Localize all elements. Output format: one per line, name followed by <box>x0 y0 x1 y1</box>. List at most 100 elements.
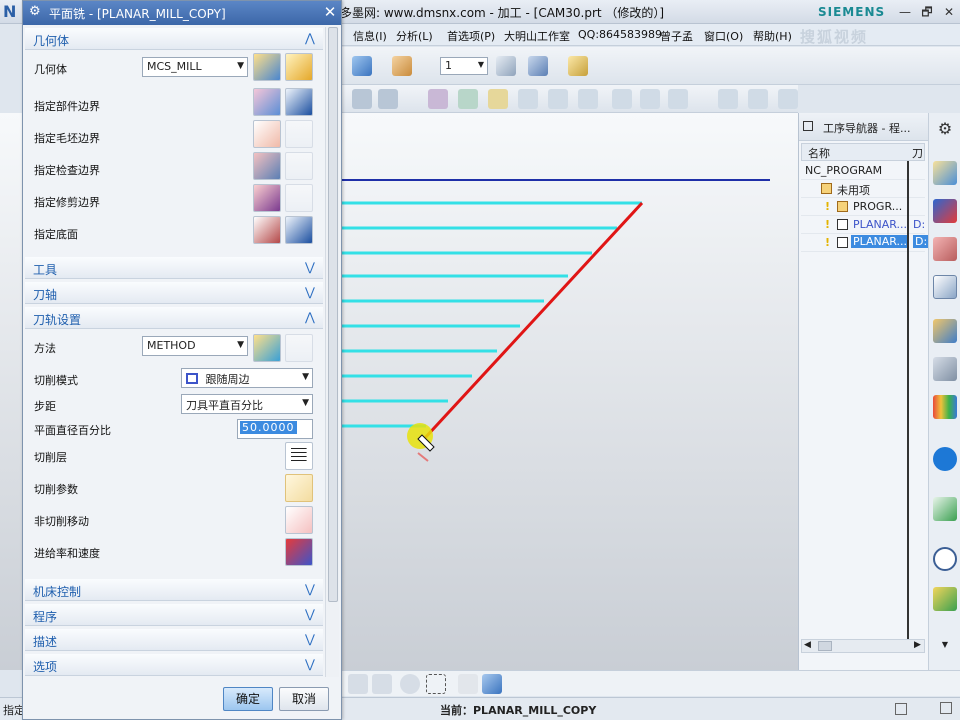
gear-icon[interactable]: ⚙ <box>933 117 957 141</box>
navigator-h-scrollbar[interactable]: ◀ ▶ <box>801 639 925 653</box>
menu-analysis[interactable]: 分析(L) <box>396 28 433 44</box>
snap-end-icon[interactable] <box>372 674 392 694</box>
shop-doc-icon[interactable] <box>578 89 598 109</box>
close-window-button[interactable]: ✕ <box>940 4 958 20</box>
display-flashlight-button[interactable] <box>285 88 313 116</box>
menu-studio[interactable]: 大明山工作室 <box>504 28 570 44</box>
cut-pattern-select[interactable]: 跟随周边 ▼ <box>181 368 313 388</box>
navigator-toggle-icon[interactable] <box>803 121 813 131</box>
gear-icon[interactable]: ⚙ <box>29 4 45 20</box>
chevron-down-icon[interactable]: ⋁ <box>305 285 315 299</box>
scroll-right-icon[interactable]: ▶ <box>914 640 921 650</box>
section-program[interactable]: 程序 ⋁ <box>25 604 323 626</box>
cutting-parameters-button[interactable] <box>285 474 313 502</box>
new-geometry-button[interactable] <box>253 53 281 81</box>
display-flashlight-button[interactable] <box>285 152 313 180</box>
column-tool[interactable]: 刀 <box>912 145 923 161</box>
graphics-viewport[interactable] <box>342 113 798 670</box>
part-navigator-icon[interactable] <box>933 237 957 261</box>
info-icon[interactable] <box>933 447 957 471</box>
history-clock-icon[interactable] <box>933 547 957 571</box>
verify-path-icon[interactable] <box>518 89 538 109</box>
create-tool-icon[interactable] <box>378 89 398 109</box>
menu-help[interactable]: 帮助(H) <box>753 28 792 44</box>
library-books-icon[interactable] <box>933 395 957 419</box>
display-flashlight-button[interactable] <box>285 120 313 148</box>
section-geometry[interactable]: 几何体 ⋀ <box>25 28 323 50</box>
clock-icon[interactable] <box>668 89 688 109</box>
menu-preferences[interactable]: 首选项(P) <box>447 28 495 44</box>
snap-icon[interactable] <box>528 56 548 76</box>
feature3-icon[interactable] <box>778 89 798 109</box>
feature2-icon[interactable] <box>748 89 768 109</box>
non-cutting-moves-button[interactable] <box>285 506 313 534</box>
section-tool[interactable]: 工具 ⋁ <box>25 257 323 279</box>
minimize-button[interactable]: — <box>896 4 914 20</box>
navigator-v-scrollbar[interactable] <box>907 161 909 639</box>
menu-window[interactable]: 窗口(O) <box>704 28 743 44</box>
method-select[interactable]: METHOD ▼ <box>142 336 248 356</box>
scroll-down-icon[interactable]: ▼ <box>933 633 957 657</box>
machine-tool-navigator-icon[interactable] <box>933 319 957 343</box>
section-description[interactable]: 描述 ⋁ <box>25 629 323 651</box>
generate-path-icon[interactable] <box>488 89 508 109</box>
new-method-button[interactable] <box>253 334 281 362</box>
scroll-thumb[interactable] <box>818 641 832 651</box>
shade-icon[interactable] <box>392 56 412 76</box>
layer-select[interactable]: 1 ▼ <box>440 57 488 75</box>
close-icon[interactable]: ✕ <box>321 3 339 21</box>
dialog-scrollbar[interactable] <box>325 27 339 677</box>
cut-levels-button[interactable] <box>285 442 313 470</box>
report-icon[interactable] <box>640 89 660 109</box>
box-select-icon[interactable] <box>426 674 446 694</box>
machine-icon[interactable] <box>612 89 632 109</box>
web-browser-icon[interactable] <box>933 497 957 521</box>
flat-diameter-percent-input[interactable]: 50.0000 <box>237 419 313 439</box>
dialog-title-bar[interactable]: ⚙ 平面铣 - [PLANAR_MILL_COPY] ✕ <box>23 1 341 25</box>
cube-icon[interactable] <box>352 56 372 76</box>
shaded-cube-icon[interactable] <box>482 674 502 694</box>
chevron-down-icon[interactable]: ⋁ <box>305 607 315 621</box>
part-boundary-button[interactable] <box>253 88 281 116</box>
chevron-down-icon[interactable]: ⋁ <box>305 657 315 671</box>
ruler-icon[interactable] <box>568 56 588 76</box>
section-path-settings[interactable]: 刀轨设置 ⋀ <box>25 307 323 329</box>
check-boundary-button[interactable] <box>253 152 281 180</box>
chevron-down-icon[interactable]: ⋁ <box>305 632 315 646</box>
scroll-left-icon[interactable]: ◀ <box>804 640 811 650</box>
chevron-up-icon[interactable]: ⋀ <box>305 310 315 324</box>
create-geometry-icon[interactable] <box>428 89 448 109</box>
column-name[interactable]: 名称 <box>808 145 830 161</box>
restore-button[interactable]: 🗗 <box>918 4 936 20</box>
trim-boundary-button[interactable] <box>253 184 281 212</box>
constraint-navigator-icon[interactable] <box>933 199 957 223</box>
post-process-icon[interactable] <box>548 89 568 109</box>
operation-navigator-icon[interactable] <box>933 275 957 299</box>
status-expand-icon[interactable] <box>940 702 952 714</box>
display-flashlight-button[interactable] <box>285 216 313 244</box>
edit-wrench-button[interactable] <box>285 53 313 81</box>
chevron-down-icon[interactable]: ⋁ <box>305 582 315 596</box>
section-tool-axis[interactable]: 刀轴 ⋁ <box>25 282 323 304</box>
edit-wrench-button[interactable] <box>285 334 313 362</box>
stepover-select[interactable]: 刀具平直百分比 ▼ <box>181 394 313 414</box>
menu-info[interactable]: 信息(I) <box>353 28 387 44</box>
section-machine-control[interactable]: 机床控制 ⋁ <box>25 579 323 601</box>
feature-icon[interactable] <box>718 89 738 109</box>
layer-settings-icon[interactable] <box>496 56 516 76</box>
feeds-speeds-button[interactable] <box>285 538 313 566</box>
blank-boundary-button[interactable] <box>253 120 281 148</box>
chevron-down-icon[interactable]: ⋁ <box>305 260 315 274</box>
assembly-navigator-icon[interactable] <box>933 161 957 185</box>
menu-qq[interactable]: QQ:864583989 <box>578 28 662 41</box>
snap-point-icon[interactable] <box>348 674 368 694</box>
wireframe-icon[interactable] <box>458 674 478 694</box>
menu-author[interactable]: 曾子孟 <box>660 28 693 44</box>
dialog-scroll-thumb[interactable] <box>328 27 338 602</box>
geometry-select[interactable]: MCS_MILL ▼ <box>142 57 248 77</box>
cancel-button[interactable]: 取消 <box>279 687 329 711</box>
section-options[interactable]: 选项 ⋁ <box>25 654 323 676</box>
display-flashlight-button[interactable] <box>285 184 313 212</box>
chevron-up-icon[interactable]: ⋀ <box>305 31 315 45</box>
ok-button[interactable]: 确定 <box>223 687 273 711</box>
